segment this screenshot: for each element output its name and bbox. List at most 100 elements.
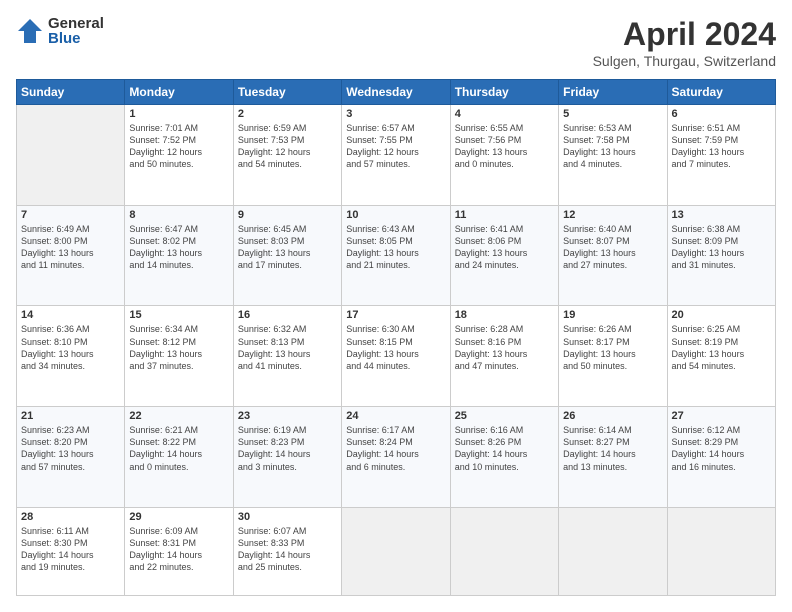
day-number: 21 bbox=[21, 410, 120, 422]
day-number: 4 bbox=[455, 108, 554, 120]
calendar-cell: 1Sunrise: 7:01 AM Sunset: 7:52 PM Daylig… bbox=[125, 105, 233, 206]
calendar-cell: 14 Sunrise: 6:36 AM Sunset: 8:10 PM Dayli… bbox=[17, 306, 125, 407]
day-number: 11 bbox=[455, 209, 554, 221]
cell-info: Sunrise: 6:09 AM Sunset: 8:31 PM Dayligh… bbox=[129, 525, 228, 574]
logo-icon bbox=[16, 17, 44, 45]
calendar-cell bbox=[342, 507, 450, 595]
day-number: 20 bbox=[672, 309, 771, 321]
day-number: 5 bbox=[563, 108, 662, 120]
calendar-cell: 5 Sunrise: 6:53 AM Sunset: 7:58 PM Daylig… bbox=[559, 105, 667, 206]
day-number: 28 bbox=[21, 511, 120, 523]
calendar-cell: 15 Sunrise: 6:34 AM Sunset: 8:12 PM Dayli… bbox=[125, 306, 233, 407]
cell-info: Sunrise: 6:14 AM Sunset: 8:27 PM Dayligh… bbox=[563, 424, 662, 473]
calendar-cell bbox=[450, 507, 558, 595]
calendar-cell: 18 Sunrise: 6:28 AM Sunset: 8:16 PM Dayli… bbox=[450, 306, 558, 407]
day-number: 18 bbox=[455, 309, 554, 321]
day-number: 13 bbox=[672, 209, 771, 221]
calendar-day-header: Saturday bbox=[667, 80, 775, 105]
cell-info: Sunrise: 6:21 AM Sunset: 8:22 PM Dayligh… bbox=[129, 424, 228, 473]
logo-general-text: General bbox=[48, 16, 104, 31]
calendar-day-header: Thursday bbox=[450, 80, 558, 105]
day-number: 30 bbox=[238, 511, 337, 523]
calendar-cell: 6 Sunrise: 6:51 AM Sunset: 7:59 PM Daylig… bbox=[667, 105, 775, 206]
calendar-day-header: Monday bbox=[125, 80, 233, 105]
calendar-cell: 21Sunrise: 6:23 AM Sunset: 8:20 PM Dayli… bbox=[17, 407, 125, 508]
logo: General Blue bbox=[16, 16, 104, 46]
cell-info: Sunrise: 6:55 AM Sunset: 7:56 PM Dayligh… bbox=[455, 122, 554, 171]
calendar-cell: 4 Sunrise: 6:55 AM Sunset: 7:56 PM Daylig… bbox=[450, 105, 558, 206]
cell-info: Sunrise: 6:32 AM Sunset: 8:13 PM Dayligh… bbox=[238, 323, 337, 372]
cell-info: Sunrise: 6:40 AM Sunset: 8:07 PM Dayligh… bbox=[563, 223, 662, 272]
day-number: 10 bbox=[346, 209, 445, 221]
calendar-day-header: Tuesday bbox=[233, 80, 341, 105]
calendar-cell: 23 Sunrise: 6:19 AM Sunset: 8:23 PM Dayli… bbox=[233, 407, 341, 508]
cell-info: Sunrise: 6:25 AM Sunset: 8:19 PM Dayligh… bbox=[672, 323, 771, 372]
cell-info: Sunrise: 6:38 AM Sunset: 8:09 PM Dayligh… bbox=[672, 223, 771, 272]
cell-info: Sunrise: 6:07 AM Sunset: 8:33 PM Dayligh… bbox=[238, 525, 337, 574]
calendar-cell: 13 Sunrise: 6:38 AM Sunset: 8:09 PM Dayli… bbox=[667, 205, 775, 306]
calendar-table: SundayMondayTuesdayWednesdayThursdayFrid… bbox=[16, 79, 776, 596]
cell-info: Sunrise: 6:59 AM Sunset: 7:53 PM Dayligh… bbox=[238, 122, 337, 171]
calendar-cell: 19 Sunrise: 6:26 AM Sunset: 8:17 PM Dayli… bbox=[559, 306, 667, 407]
cell-info: Sunrise: 6:51 AM Sunset: 7:59 PM Dayligh… bbox=[672, 122, 771, 171]
logo-blue-text: Blue bbox=[48, 31, 104, 46]
calendar-cell: 27 Sunrise: 6:12 AM Sunset: 8:29 PM Dayli… bbox=[667, 407, 775, 508]
calendar-cell: 29 Sunrise: 6:09 AM Sunset: 8:31 PM Dayli… bbox=[125, 507, 233, 595]
cell-info: Sunrise: 6:36 AM Sunset: 8:10 PM Dayligh… bbox=[21, 323, 120, 372]
calendar-cell: 30 Sunrise: 6:07 AM Sunset: 8:33 PM Dayli… bbox=[233, 507, 341, 595]
cell-info: Sunrise: 6:30 AM Sunset: 8:15 PM Dayligh… bbox=[346, 323, 445, 372]
logo-text: General Blue bbox=[48, 16, 104, 46]
cell-info: Sunrise: 6:11 AM Sunset: 8:30 PM Dayligh… bbox=[21, 525, 120, 574]
cell-info: Sunrise: 6:49 AM Sunset: 8:00 PM Dayligh… bbox=[21, 223, 120, 272]
day-number: 3 bbox=[346, 108, 445, 120]
day-number: 6 bbox=[672, 108, 771, 120]
calendar-cell: 9Sunrise: 6:45 AM Sunset: 8:03 PM Daylig… bbox=[233, 205, 341, 306]
cell-info: Sunrise: 6:41 AM Sunset: 8:06 PM Dayligh… bbox=[455, 223, 554, 272]
cell-info: Sunrise: 6:12 AM Sunset: 8:29 PM Dayligh… bbox=[672, 424, 771, 473]
day-number: 19 bbox=[563, 309, 662, 321]
day-number: 16 bbox=[238, 309, 337, 321]
day-number: 22 bbox=[129, 410, 228, 422]
day-number: 27 bbox=[672, 410, 771, 422]
calendar-day-header: Sunday bbox=[17, 80, 125, 105]
calendar-cell: 16 Sunrise: 6:32 AM Sunset: 8:13 PM Dayli… bbox=[233, 306, 341, 407]
calendar-cell: 25Sunrise: 6:16 AM Sunset: 8:26 PM Dayli… bbox=[450, 407, 558, 508]
calendar-cell: 10Sunrise: 6:43 AM Sunset: 8:05 PM Dayli… bbox=[342, 205, 450, 306]
location: Sulgen, Thurgau, Switzerland bbox=[593, 53, 776, 69]
calendar-cell: 7Sunrise: 6:49 AM Sunset: 8:00 PM Daylig… bbox=[17, 205, 125, 306]
title-block: April 2024 Sulgen, Thurgau, Switzerland bbox=[593, 16, 776, 69]
calendar-cell: 11 Sunrise: 6:41 AM Sunset: 8:06 PM Dayli… bbox=[450, 205, 558, 306]
cell-info: Sunrise: 6:17 AM Sunset: 8:24 PM Dayligh… bbox=[346, 424, 445, 473]
calendar-day-header: Wednesday bbox=[342, 80, 450, 105]
calendar-cell: 3 Sunrise: 6:57 AM Sunset: 7:55 PM Daylig… bbox=[342, 105, 450, 206]
calendar-cell bbox=[667, 507, 775, 595]
calendar-cell: 28 Sunrise: 6:11 AM Sunset: 8:30 PM Dayli… bbox=[17, 507, 125, 595]
cell-info: Sunrise: 6:53 AM Sunset: 7:58 PM Dayligh… bbox=[563, 122, 662, 171]
cell-info: Sunrise: 6:26 AM Sunset: 8:17 PM Dayligh… bbox=[563, 323, 662, 372]
cell-info: Sunrise: 6:45 AM Sunset: 8:03 PM Dayligh… bbox=[238, 223, 337, 272]
day-number: 25 bbox=[455, 410, 554, 422]
day-number: 26 bbox=[563, 410, 662, 422]
cell-info: Sunrise: 6:28 AM Sunset: 8:16 PM Dayligh… bbox=[455, 323, 554, 372]
calendar-cell: 26 Sunrise: 6:14 AM Sunset: 8:27 PM Dayli… bbox=[559, 407, 667, 508]
cell-info: Sunrise: 6:57 AM Sunset: 7:55 PM Dayligh… bbox=[346, 122, 445, 171]
calendar-cell bbox=[559, 507, 667, 595]
day-number: 14 bbox=[21, 309, 120, 321]
day-number: 23 bbox=[238, 410, 337, 422]
calendar-cell: 20 Sunrise: 6:25 AM Sunset: 8:19 PM Dayli… bbox=[667, 306, 775, 407]
cell-info: Sunrise: 6:47 AM Sunset: 8:02 PM Dayligh… bbox=[129, 223, 228, 272]
day-number: 29 bbox=[129, 511, 228, 523]
calendar-cell: 24 Sunrise: 6:17 AM Sunset: 8:24 PM Dayli… bbox=[342, 407, 450, 508]
cell-info: Sunrise: 7:01 AM Sunset: 7:52 PM Dayligh… bbox=[129, 122, 228, 171]
calendar-cell: 22 Sunrise: 6:21 AM Sunset: 8:22 PM Dayli… bbox=[125, 407, 233, 508]
day-number: 15 bbox=[129, 309, 228, 321]
cell-info: Sunrise: 6:34 AM Sunset: 8:12 PM Dayligh… bbox=[129, 323, 228, 372]
day-number: 24 bbox=[346, 410, 445, 422]
calendar-header-row: SundayMondayTuesdayWednesdayThursdayFrid… bbox=[17, 80, 776, 105]
day-number: 12 bbox=[563, 209, 662, 221]
cell-info: Sunrise: 6:19 AM Sunset: 8:23 PM Dayligh… bbox=[238, 424, 337, 473]
calendar-cell bbox=[17, 105, 125, 206]
day-number: 2 bbox=[238, 108, 337, 120]
calendar-cell: 12 Sunrise: 6:40 AM Sunset: 8:07 PM Dayli… bbox=[559, 205, 667, 306]
page: General Blue April 2024 Sulgen, Thurgau,… bbox=[0, 0, 792, 612]
